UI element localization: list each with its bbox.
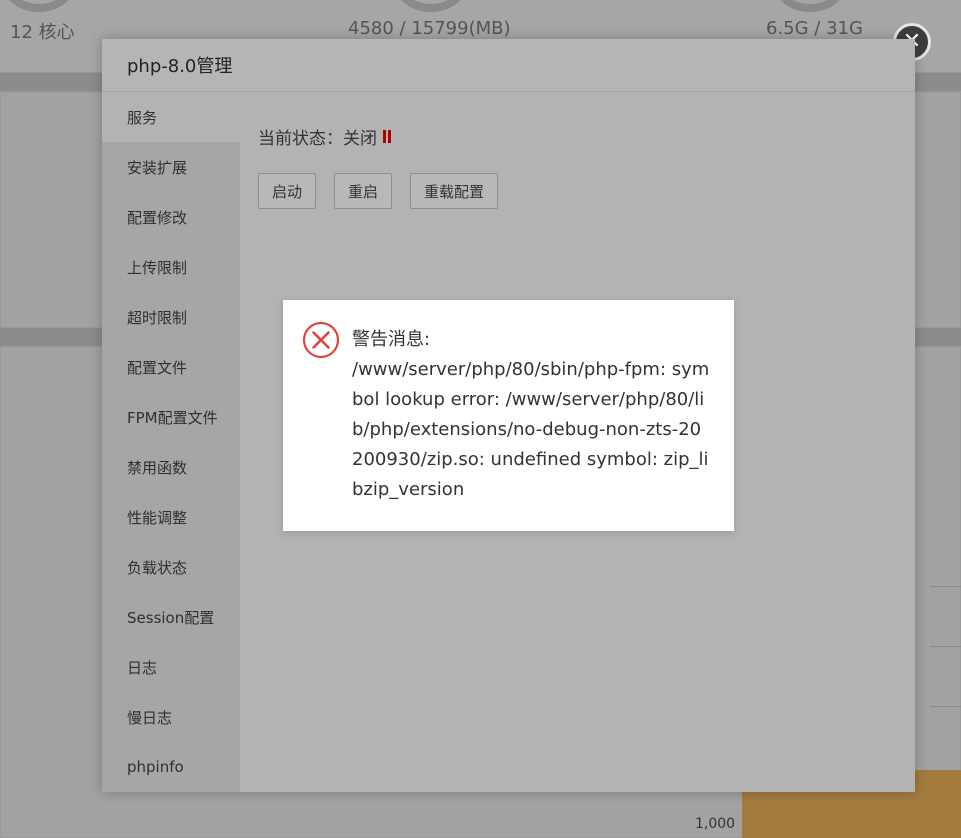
- start-button[interactable]: 启动: [258, 173, 317, 209]
- alert-message: /www/server/php/80/sbin/php-fpm: symbol …: [352, 359, 710, 500]
- pause-icon: [383, 130, 391, 143]
- sidebar-item-config-edit[interactable]: 配置修改: [102, 192, 240, 242]
- sidebar-item-config-file[interactable]: 配置文件: [102, 342, 240, 392]
- sidebar-item-slow-log[interactable]: 慢日志: [102, 692, 240, 742]
- sidebar-item-upload-limit[interactable]: 上传限制: [102, 242, 240, 292]
- service-actions: 启动 重启 重载配置: [258, 173, 499, 209]
- sidebar-item-session-config[interactable]: Session配置: [102, 592, 240, 642]
- sidebar-item-service[interactable]: 服务: [102, 92, 240, 142]
- sidebar-item-log[interactable]: 日志: [102, 642, 240, 692]
- error-circle-x-icon: [302, 321, 340, 359]
- sidebar-item-load-status[interactable]: 负载状态: [102, 542, 240, 592]
- settings-sidebar: 服务 安装扩展 配置修改 上传限制 超时限制 配置文件 FPM配置文件 禁用函数…: [102, 92, 240, 792]
- alert-message-block: 警告消息: /www/server/php/80/sbin/php-fpm: s…: [352, 325, 712, 505]
- status-text: 当前状态：关闭: [258, 129, 377, 149]
- sidebar-item-disabled-functions[interactable]: 禁用函数: [102, 442, 240, 492]
- sidebar-item-performance-tuning[interactable]: 性能调整: [102, 492, 240, 542]
- restart-button[interactable]: 重启: [334, 173, 393, 209]
- alert-title: 警告消息:: [352, 329, 431, 350]
- sidebar-item-fpm-config-file[interactable]: FPM配置文件: [102, 392, 240, 442]
- sidebar-item-phpinfo[interactable]: phpinfo: [102, 742, 240, 792]
- service-status: 当前状态：关闭: [258, 124, 391, 149]
- reload-config-button[interactable]: 重载配置: [410, 173, 499, 209]
- dialog-title: php-8.0管理: [102, 39, 915, 92]
- sidebar-item-install-extensions[interactable]: 安装扩展: [102, 142, 240, 192]
- error-alert-dialog: 警告消息: /www/server/php/80/sbin/php-fpm: s…: [283, 300, 734, 531]
- sidebar-item-timeout-limit[interactable]: 超时限制: [102, 292, 240, 342]
